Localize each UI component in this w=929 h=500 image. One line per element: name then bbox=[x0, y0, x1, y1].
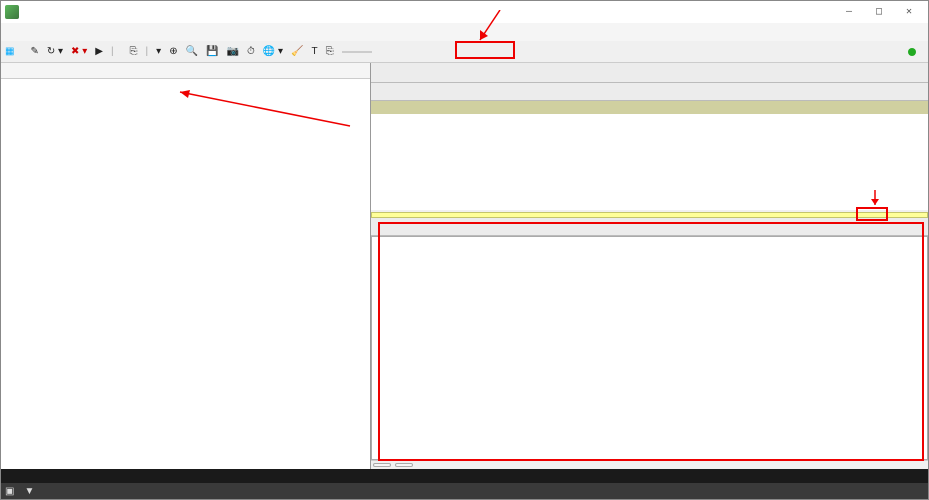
quickexec-bar[interactable] bbox=[1, 469, 928, 483]
toolbar-clearcache[interactable]: 🧹 bbox=[291, 46, 303, 57]
toolbar-keep[interactable]: ▾ bbox=[156, 46, 161, 57]
request-headers-body[interactable] bbox=[371, 114, 928, 210]
toolbar-online-status bbox=[908, 48, 916, 56]
toolbar-tearoff[interactable]: ⎘ bbox=[326, 46, 334, 57]
menubar bbox=[1, 23, 928, 41]
expand-all-button[interactable] bbox=[373, 463, 391, 467]
toolbar-comment[interactable]: ✎ bbox=[30, 46, 38, 57]
collapse-button[interactable] bbox=[395, 463, 413, 467]
toolbar-remove[interactable]: ✖ ▾ bbox=[71, 46, 87, 57]
minimize-button[interactable]: — bbox=[834, 2, 864, 22]
close-button[interactable]: ✕ bbox=[894, 2, 924, 22]
maximize-button[interactable]: □ bbox=[864, 2, 894, 22]
json-buttons bbox=[371, 460, 928, 469]
toolbar-screenshot-icon[interactable]: 📷 bbox=[226, 46, 238, 57]
request-headers-title bbox=[371, 101, 928, 114]
toolbar-anyprocess[interactable]: ⊕ bbox=[169, 46, 177, 57]
inspector-tabs bbox=[371, 63, 928, 83]
toolbar-timer-icon[interactable]: ⏱ bbox=[247, 46, 255, 57]
request-subtabs bbox=[371, 83, 928, 101]
toolbar-replay[interactable]: ↻ ▾ bbox=[47, 46, 63, 57]
status-capturing[interactable]: ▣ bbox=[5, 486, 14, 497]
toolbar: ▦ ✎ ↻ ▾ ✖ ▾ ▶ | ⎘ | ▾ ⊕ 🔍 💾 📷 ⏱ 🌐 ▾ 🧹 T … bbox=[1, 41, 928, 63]
toolbar-browse[interactable]: 🌐 ▾ bbox=[263, 46, 283, 57]
toolbar-go[interactable]: ▶ bbox=[95, 46, 103, 57]
toolbar-msdn[interactable] bbox=[342, 51, 372, 53]
app-logo bbox=[5, 5, 19, 19]
grid-header bbox=[1, 63, 370, 79]
sessions-pane bbox=[1, 63, 371, 469]
grid-body[interactable] bbox=[1, 79, 370, 469]
status-bar: ▣ ▼ bbox=[1, 483, 928, 499]
json-tree[interactable] bbox=[371, 236, 928, 460]
toolbar-decode[interactable]: ⎘ bbox=[130, 46, 138, 57]
titlebar: — □ ✕ bbox=[1, 1, 928, 23]
response-subtabs bbox=[371, 218, 928, 236]
toolbar-textwizard[interactable]: T bbox=[311, 46, 317, 57]
toolbar-find[interactable]: 🔍 bbox=[186, 46, 198, 57]
status-processes[interactable]: ▼ bbox=[24, 486, 34, 497]
toolbar-save[interactable]: 💾 bbox=[206, 46, 218, 57]
